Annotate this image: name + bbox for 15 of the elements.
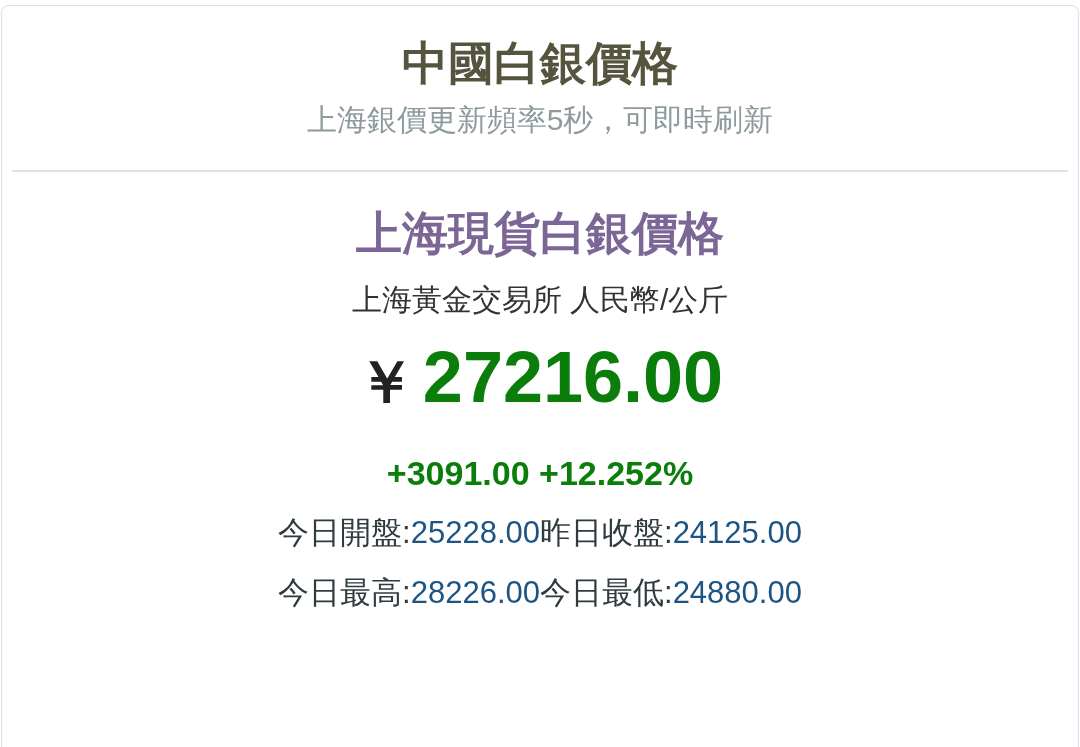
stat-value: 25228.00 — [410, 514, 540, 552]
stat-label: 今日最高: — [278, 574, 411, 612]
page-subtitle: 上海銀價更新頻率5秒，可即時刷新 — [306, 102, 774, 138]
stat-label: 今日最低: — [540, 574, 673, 612]
stat-value: 28226.00 — [410, 574, 540, 612]
price: 27216.00 — [422, 336, 724, 419]
page-title: 中國白銀價格 — [402, 36, 678, 91]
quote-source: 上海黃金交易所 人民幣/公斤 — [351, 282, 729, 318]
quote-title: 上海現貨白銀價格 — [356, 206, 724, 261]
stat-label: 昨日收盤: — [540, 514, 673, 552]
stat-value: 24880.00 — [672, 574, 802, 612]
currency-symbol: ￥ — [356, 348, 415, 416]
stat-value: 24125.00 — [672, 514, 802, 552]
stat-label: 今日開盤: — [278, 514, 411, 552]
price-change: +3091.00 +12.252% — [386, 453, 694, 494]
